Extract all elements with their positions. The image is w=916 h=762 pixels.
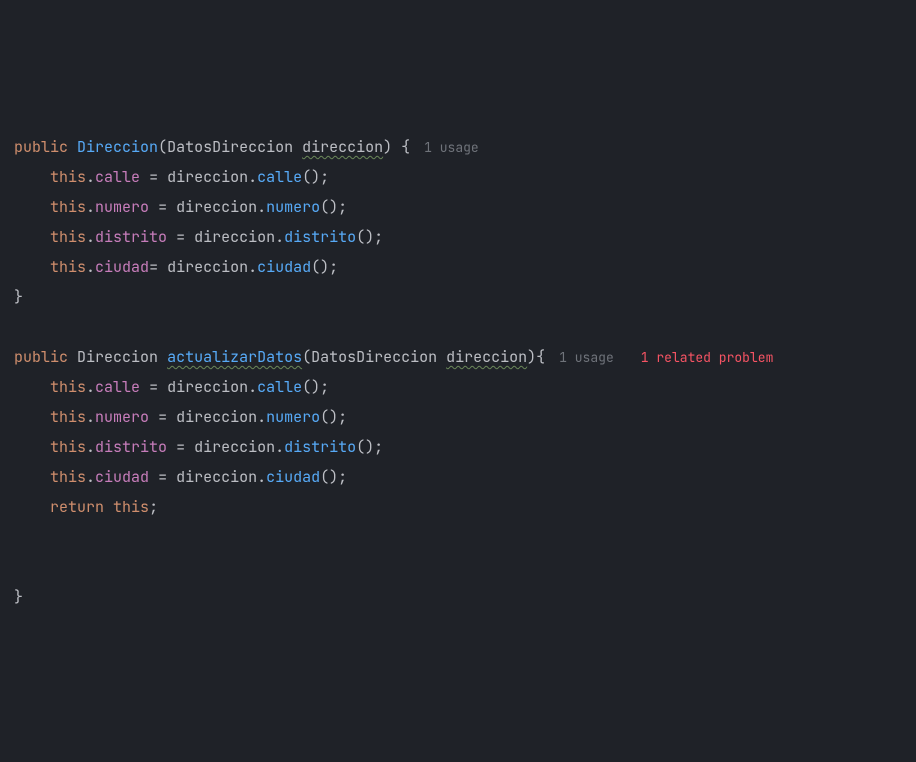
method-calle: calle <box>257 167 302 187</box>
constructor-name[interactable]: Direccion <box>77 137 158 157</box>
usage-hint[interactable]: 1 usage <box>559 349 614 366</box>
inlay-hints: 1 usage 1 related problem <box>559 342 773 373</box>
method-distrito: distrito <box>284 437 356 457</box>
method-ciudad: ciudad <box>266 467 320 487</box>
field-distrito: distrito <box>95 227 167 247</box>
usage-hint[interactable]: 1 usage <box>424 139 479 156</box>
field-calle: calle <box>95 167 140 187</box>
keyword-return: return <box>50 497 104 517</box>
problem-hint[interactable]: 1 related problem <box>641 349 774 366</box>
code-line[interactable]: this.numero = direccion.numero(); <box>14 402 916 432</box>
field-ciudad: ciudad <box>95 257 149 277</box>
code-line[interactable]: this.numero = direccion.numero(); <box>14 192 916 222</box>
keyword-this: this <box>50 437 86 457</box>
method-calle: calle <box>257 377 302 397</box>
param-ref: direccion <box>194 437 275 457</box>
param-ref: direccion <box>176 407 257 427</box>
param-ref: direccion <box>167 257 248 277</box>
keyword-this: this <box>50 377 86 397</box>
field-distrito: distrito <box>95 437 167 457</box>
method-distrito: distrito <box>284 227 356 247</box>
param-ref: direccion <box>167 167 248 187</box>
code-line[interactable]: this.ciudad = direccion.ciudad(); <box>14 462 916 492</box>
field-numero: numero <box>95 197 149 217</box>
method-name[interactable]: actualizarDatos <box>167 347 302 367</box>
keyword-this: this <box>113 497 149 517</box>
blank-line[interactable] <box>14 312 916 342</box>
param-name[interactable]: direccion <box>446 347 527 367</box>
code-line[interactable]: this.distrito = direccion.distrito(); <box>14 222 916 252</box>
keyword-this: this <box>50 197 86 217</box>
param-ref: direccion <box>167 377 248 397</box>
brace-close: } <box>14 287 23 307</box>
paren-open: ( <box>302 347 311 367</box>
keyword-this: this <box>50 167 86 187</box>
keyword-this: this <box>50 227 86 247</box>
paren-close: ) { <box>383 137 410 157</box>
keyword-this: this <box>50 407 86 427</box>
method-numero: numero <box>266 197 320 217</box>
blank-line[interactable] <box>14 522 916 552</box>
method-numero: numero <box>266 407 320 427</box>
keyword-this: this <box>50 257 86 277</box>
blank-line[interactable] <box>14 552 916 582</box>
brace-close: } <box>14 587 23 607</box>
code-line[interactable]: this.calle = direccion.calle(); <box>14 372 916 402</box>
keyword-this: this <box>50 467 86 487</box>
inlay-hints: 1 usage <box>424 132 479 163</box>
code-line[interactable]: } <box>14 582 916 612</box>
field-calle: calle <box>95 377 140 397</box>
code-line[interactable]: this.ciudad= direccion.ciudad(); <box>14 252 916 282</box>
field-numero: numero <box>95 407 149 427</box>
code-line[interactable]: public Direccion(DatosDireccion direccio… <box>14 132 916 162</box>
method-ciudad: ciudad <box>257 257 311 277</box>
param-ref: direccion <box>176 467 257 487</box>
code-line[interactable]: return this; <box>14 492 916 522</box>
paren-open: ( <box>158 137 167 157</box>
keyword-public: public <box>14 347 68 367</box>
code-line[interactable]: this.distrito = direccion.distrito(); <box>14 432 916 462</box>
paren-close: ){ <box>527 347 545 367</box>
param-name[interactable]: direccion <box>302 137 383 157</box>
param-type: DatosDireccion <box>311 347 437 367</box>
return-type: Direccion <box>77 347 158 367</box>
keyword-public: public <box>14 137 68 157</box>
code-line[interactable]: this.calle = direccion.calle(); <box>14 162 916 192</box>
param-ref: direccion <box>176 197 257 217</box>
code-line[interactable]: } <box>14 282 916 312</box>
code-line[interactable]: public Direccion actualizarDatos(DatosDi… <box>14 342 916 372</box>
field-ciudad: ciudad <box>95 467 149 487</box>
param-type: DatosDireccion <box>167 137 293 157</box>
param-ref: direccion <box>194 227 275 247</box>
